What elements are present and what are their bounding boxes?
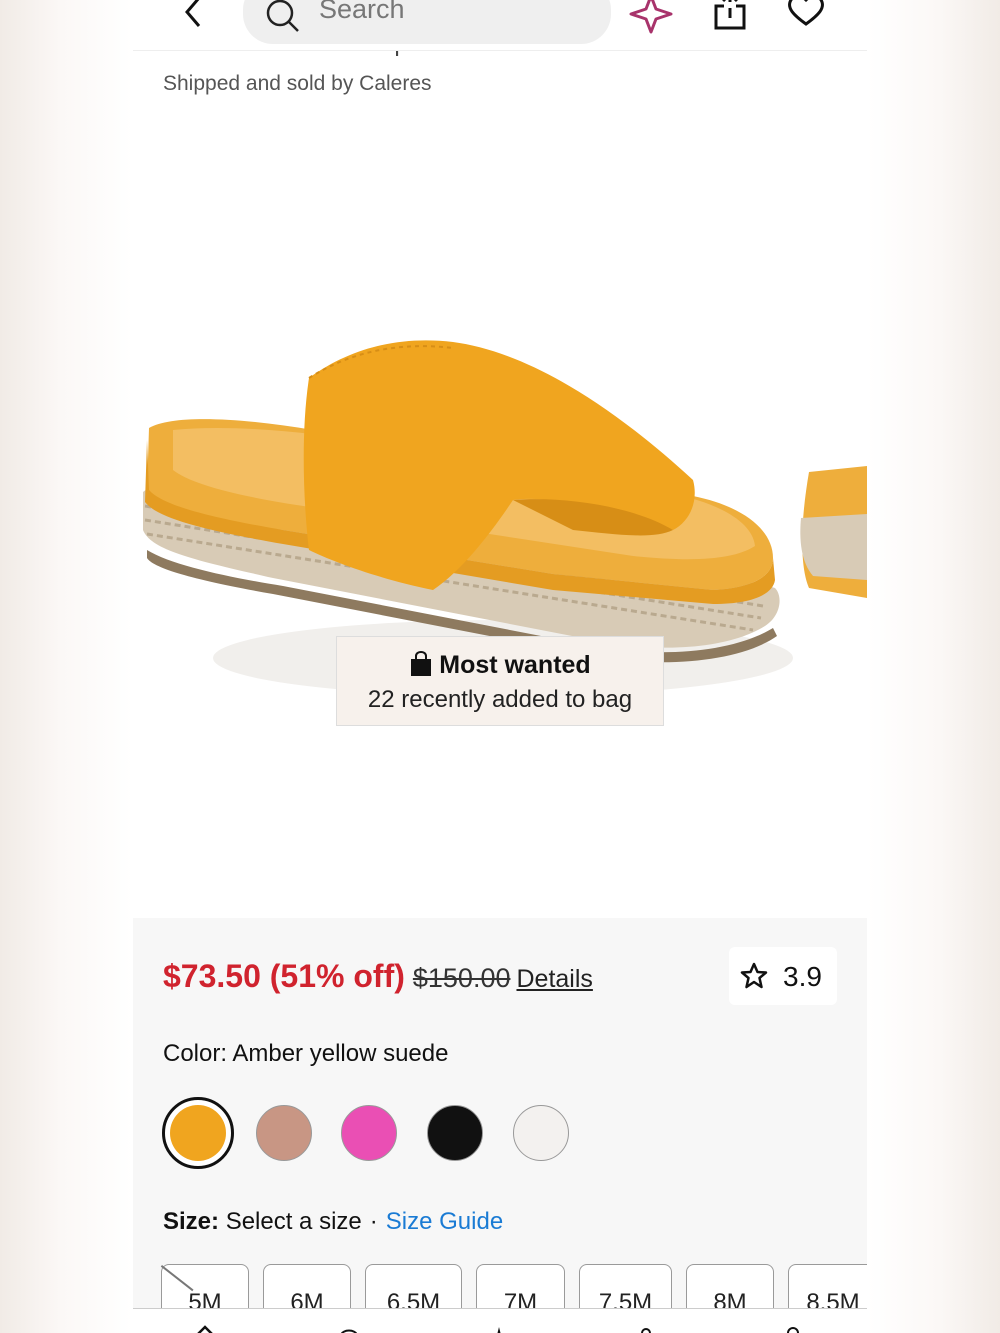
rating-value: 3.9 <box>783 961 822 992</box>
cart-icon[interactable] <box>339 1323 359 1333</box>
size-separator: · <box>369 1208 378 1235</box>
search-icon <box>266 0 299 32</box>
sale-price: $73.50 (51% off) <box>163 958 405 994</box>
size-row: Size: Select a size · Size Guide <box>163 1208 503 1236</box>
product-info: $73.50 (51% off) $150.00 Details 3.9 Color… <box>133 918 867 1333</box>
search-bar[interactable]: Search <box>243 0 611 44</box>
rating-button[interactable]: 3.9 <box>729 947 837 1005</box>
size-options: 5M 6M 6.5M 7M 7.5M 8M 8.5M <box>161 1264 867 1324</box>
price-row: $73.50 (51% off) $150.00 Details <box>163 958 593 995</box>
swatch-pink[interactable] <box>341 1105 397 1161</box>
size-guide-link[interactable]: Size Guide <box>386 1208 503 1235</box>
color-label: Color: Amber yellow suede <box>163 1040 449 1067</box>
swatch-black[interactable] <box>427 1105 483 1161</box>
share-icon[interactable] <box>706 0 754 34</box>
details-link[interactable]: Details <box>516 965 592 993</box>
account-icon[interactable] <box>636 1323 656 1333</box>
size-label: Size: <box>163 1208 220 1235</box>
shopping-bag-icon <box>411 651 432 676</box>
star-nav-icon[interactable] <box>489 1323 509 1333</box>
size-value: Select a size <box>225 1208 362 1235</box>
bottom-nav <box>133 1308 867 1333</box>
heart-icon[interactable] <box>782 0 830 34</box>
product-page: Search Women's Yasmina Espadrille Sandal… <box>133 0 867 1333</box>
original-price: $150.00 <box>412 963 511 993</box>
sandal-image <box>143 340 867 696</box>
home-icon[interactable] <box>195 1323 215 1333</box>
swatch-tan[interactable] <box>256 1105 312 1161</box>
swatch-amber-yellow[interactable] <box>162 1097 234 1169</box>
shipped-by-text: Shipped and sold by Caleres <box>163 72 432 95</box>
top-header: Search <box>133 0 867 51</box>
swatch-white[interactable] <box>513 1105 569 1161</box>
badge-subtitle: 22 recently added to bag <box>367 686 633 713</box>
product-image-gallery[interactable]: Most wanted 22 recently added to bag <box>133 110 867 918</box>
sparkle-ai-icon[interactable] <box>627 0 675 34</box>
back-arrow-icon[interactable] <box>173 0 213 32</box>
star-icon <box>740 962 768 989</box>
badge-title: Most wanted <box>439 651 591 679</box>
most-wanted-badge: Most wanted 22 recently added to bag <box>336 636 664 726</box>
search-placeholder: Search <box>319 0 405 24</box>
location-icon[interactable] <box>783 1323 803 1333</box>
